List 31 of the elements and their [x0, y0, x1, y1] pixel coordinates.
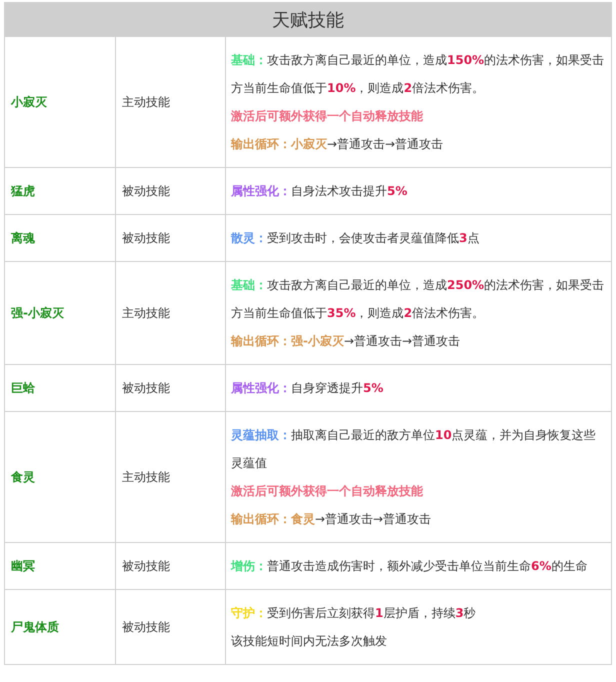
skill-name-cell: 强-小寂灭: [4, 262, 116, 364]
skill-description: 基础：攻击敌方离自己最近的单位，造成250%的法术伤害，如果受击方当前生命值低于35%，则造成2倍法术伤害。: [231, 277, 606, 322]
skill-description: 输出循环：食灵→普通攻击→普通攻击: [231, 511, 432, 528]
skill-description: 该技能短时间内无法多次触发: [231, 633, 388, 650]
skill-name-cell: 尸鬼体质: [4, 590, 116, 664]
skill-name-cell: 食灵: [4, 412, 116, 542]
skill-type-cell: 被动技能: [116, 168, 226, 214]
skill-description: 输出循环：小寂灭→普通攻击→普通攻击: [231, 136, 444, 153]
skill-name-cell: 小寂灭: [4, 36, 116, 168]
skill-name-cell: 离魂: [4, 214, 116, 262]
skill-name-cell: 幽冥: [4, 542, 116, 590]
skill-description: 基础：攻击敌方离自己最近的单位，造成150%的法术伤害，如果受击方当前生命值低于10%，则造成2倍法术伤害。: [231, 52, 606, 97]
skill-name-cell: 巨蛤: [4, 364, 116, 412]
skill-type-cell: 被动技能: [116, 364, 226, 412]
skill-description: 守护：受到伤害后立刻获得1层护盾，持续3秒: [231, 605, 477, 622]
skill-type-cell: 主动技能: [116, 36, 226, 168]
skill-type-cell: 主动技能: [116, 262, 226, 364]
skill-type-cell: 被动技能: [116, 590, 226, 664]
skill-name-cell: 猛虎: [4, 168, 116, 214]
skill-description: 增伤：普通攻击造成伤害时，额外减少受击单位当前生命6%的生命: [231, 558, 588, 575]
skill-description: 散灵：受到攻击时，会使攻击者灵蕴值降低3点: [231, 230, 480, 247]
skill-type-cell: 被动技能: [116, 542, 226, 590]
skill-description: 输出循环：强-小寂灭→普通攻击→普通攻击: [231, 333, 462, 350]
skill-type-cell: 被动技能: [116, 214, 226, 262]
skill-description: 激活后可额外获得一个自动释放技能: [231, 108, 424, 125]
skill-description: 灵蕴抽取：抽取离自己最近的敌方单位10点灵蕴，并为自身恢复这些灵蕴值: [231, 427, 597, 472]
skill-description: 属性强化：自身穿透提升5%: [231, 380, 384, 397]
skill-description: 激活后可额外获得一个自动释放技能: [231, 483, 424, 500]
skill-description: 属性强化：自身法术攻击提升5%: [231, 183, 408, 200]
skill-type-cell: 主动技能: [116, 412, 226, 542]
table-title: 天赋技能: [4, 2, 612, 36]
